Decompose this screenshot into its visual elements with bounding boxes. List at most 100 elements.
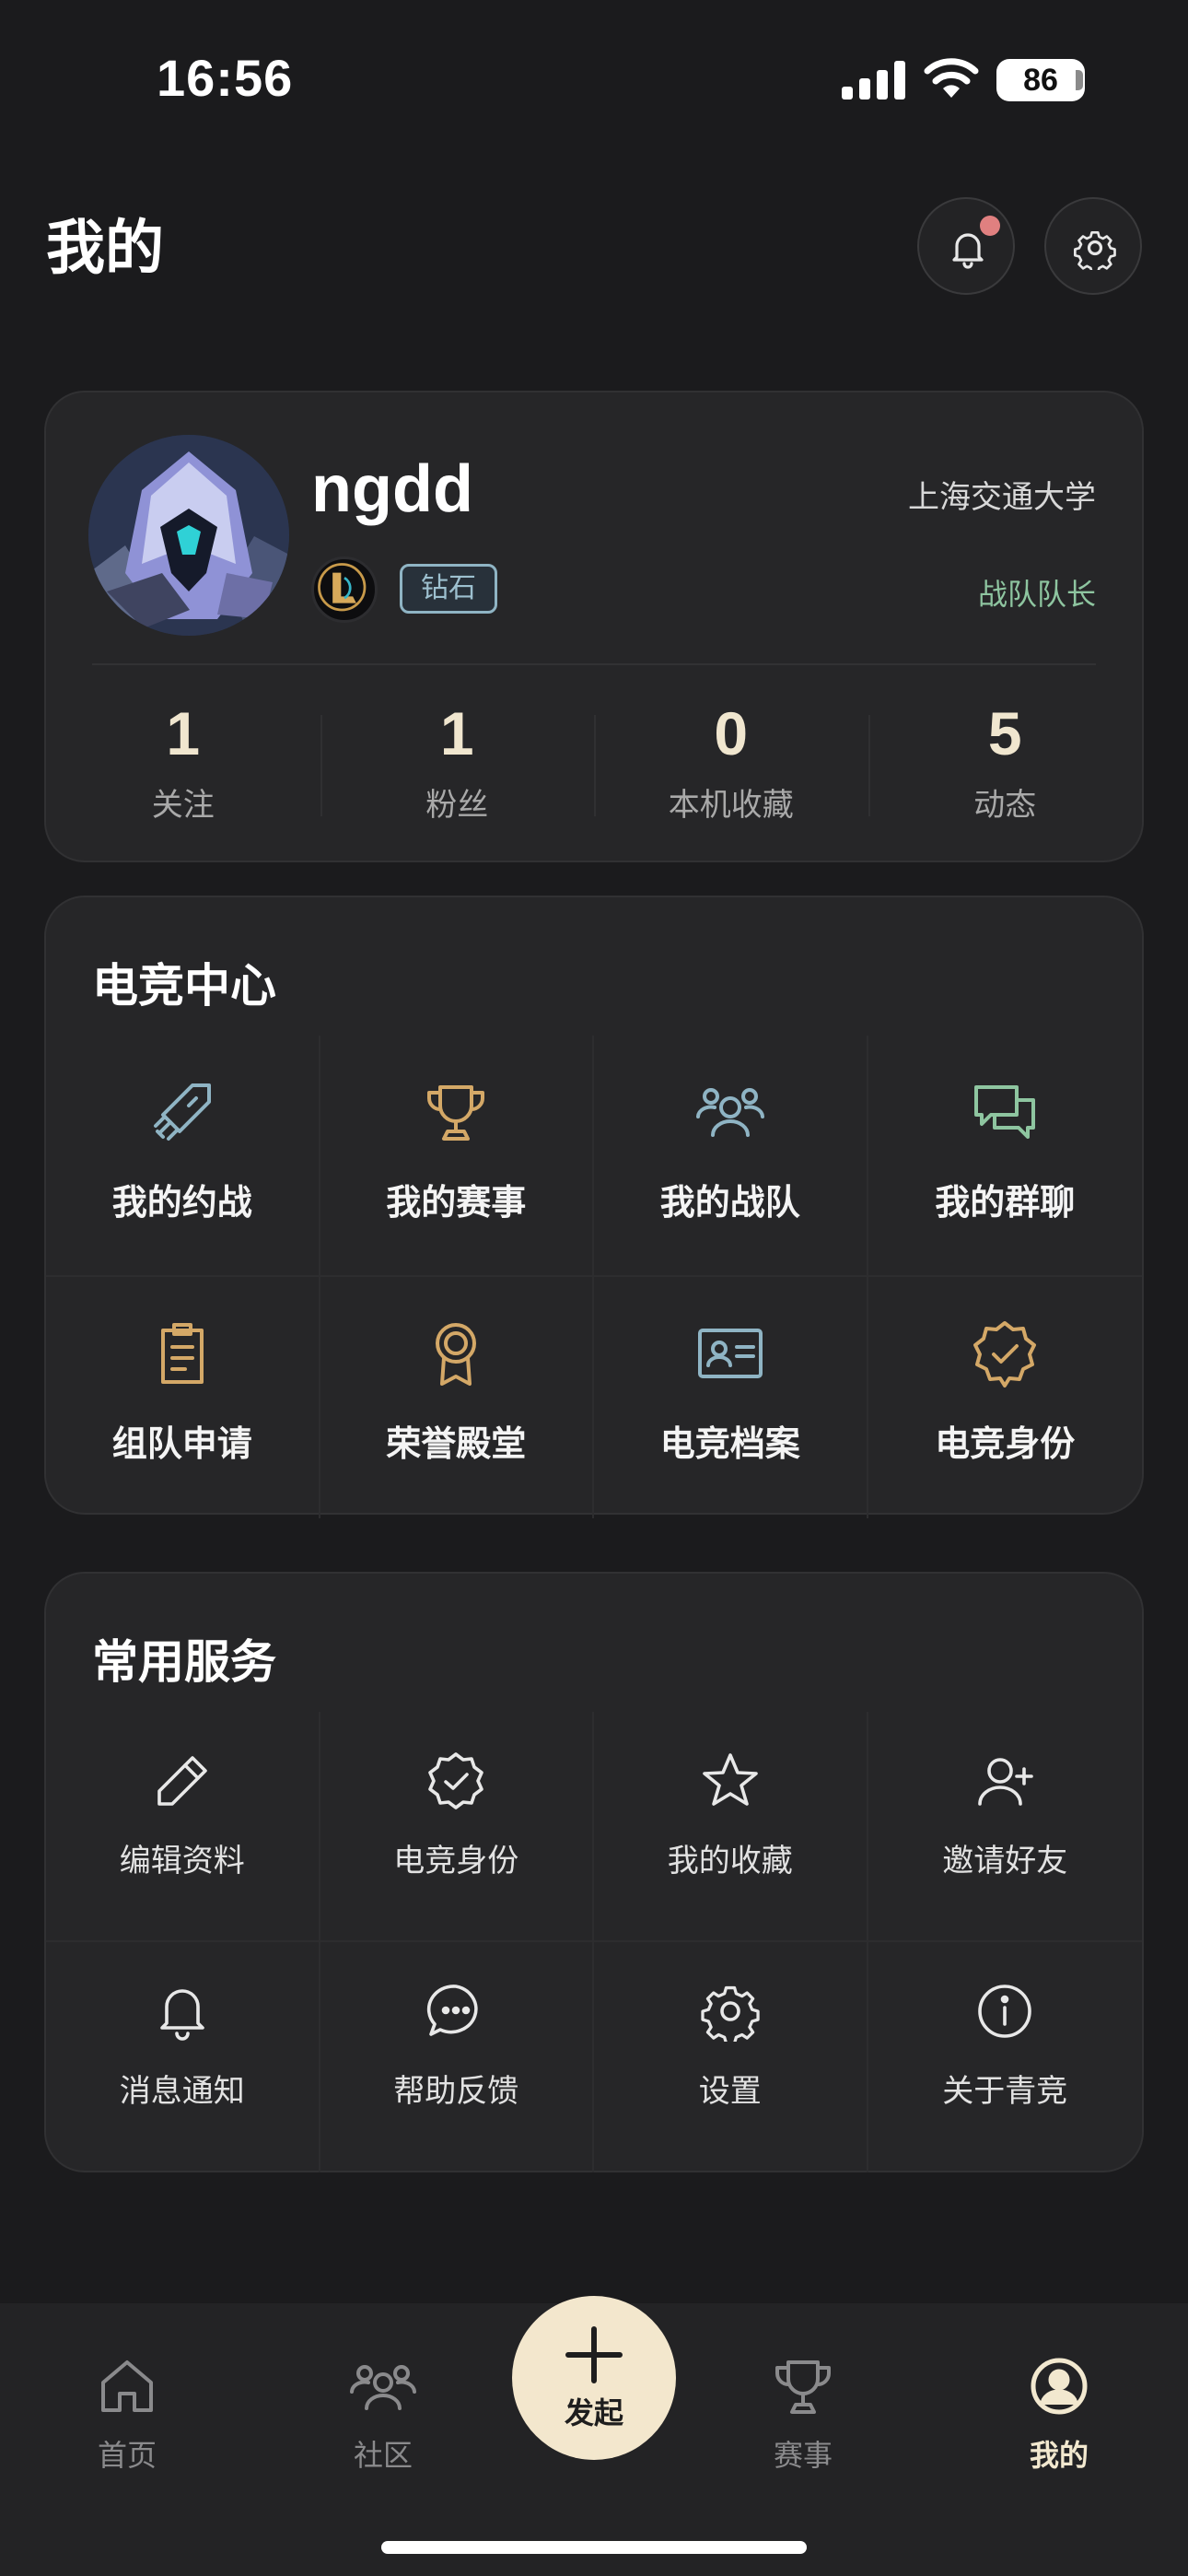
tab-label: 首页 [97,2438,157,2473]
section-title: 电竞中心 [92,959,276,1013]
community-icon [350,2365,416,2410]
wifi-icon [924,58,979,98]
cell-label: 电竞档案 [659,1423,800,1464]
stat-value: 1 [439,699,474,767]
notification-dot [980,216,1000,236]
esports-item-identity[interactable]: 电竞身份 [868,1277,1143,1518]
bell-icon [159,1989,204,2041]
section-title: 常用服务 [92,1635,276,1689]
esports-item-team[interactable]: 我的战队 [594,1036,868,1277]
stat-posts[interactable]: 5 动态 [868,697,1143,825]
sword-icon [153,1083,211,1141]
id-card-icon [697,1329,763,1378]
cell-label: 关于青竞 [942,2073,1068,2110]
cell-label: 荣誉殿堂 [386,1423,527,1464]
signal-icon [842,61,905,100]
star-icon [702,1753,758,1806]
plus-icon [565,2326,623,2383]
cell-label: 邀请好友 [942,1843,1068,1879]
trophy-icon [775,2360,831,2414]
cell-label: 我的约战 [111,1182,252,1223]
notification-button[interactable] [917,197,1015,295]
esports-grid: 我的约战 我的赛事 我的战队 我的群聊 组队申请 荣誉殿堂 电竞档案 电竞身份 [46,1036,1142,1518]
chat-bubble-icon [427,1985,478,2036]
create-button-label: 发起 [564,2395,623,2430]
battery-tip [1076,70,1083,90]
stat-label: 关注 [151,787,215,824]
common-services-card: 常用服务 编辑资料 电竞身份 我的收藏 邀请好友 消息通知 帮助反馈 设置 关于… [44,1572,1144,2172]
gear-icon [701,1985,760,2042]
stat-value: 5 [987,699,1022,767]
divider [92,663,1096,665]
status-time: 16:56 [157,49,294,107]
stat-local-favorites[interactable]: 0 本机收藏 [594,697,868,825]
service-item-help-feedback[interactable]: 帮助反馈 [320,1942,594,2172]
stat-label: 动态 [973,787,1037,824]
battery-indicator: 86 [996,59,1085,101]
team-role: 战队队长 [977,577,1096,612]
cell-label: 编辑资料 [119,1843,245,1879]
settings-button[interactable] [1044,197,1142,295]
service-item-invite-friends[interactable]: 邀请好友 [868,1712,1142,1942]
esports-item-battles[interactable]: 我的约战 [46,1036,320,1277]
medal-icon [436,1323,477,1386]
cell-label: 我的赛事 [386,1182,527,1223]
tab-label: 赛事 [773,2438,833,2473]
status-bar: 16:56 86 [0,0,1188,138]
cell-label: 电竞身份 [935,1423,1076,1464]
esports-item-profile-file[interactable]: 电竞档案 [594,1277,868,1518]
gear-icon [1074,230,1116,270]
tab-events[interactable]: 赛事 [720,2353,886,2475]
stat-value: 1 [166,699,201,767]
tab-label: 社区 [353,2438,413,2473]
avatar-image [88,435,289,636]
stat-value: 0 [714,699,749,767]
rank-badge: 钻石 [400,564,497,614]
service-item-favorites[interactable]: 我的收藏 [594,1712,868,1942]
esports-item-group-chat[interactable]: 我的群聊 [868,1036,1142,1277]
info-icon [978,1985,1032,2038]
esports-center-card: 电竞中心 我的约战 我的赛事 我的战队 我的群聊 组队申请 荣誉殿堂 电竞档案 … [44,896,1144,1518]
service-item-settings[interactable]: 设置 [594,1942,868,2172]
cell-label: 电竞身份 [393,1843,519,1879]
cell-label: 设置 [698,2073,762,2110]
stat-followers[interactable]: 1 粉丝 [320,697,595,825]
school-name: 上海交通大学 [908,479,1096,516]
services-grid: 编辑资料 电竞身份 我的收藏 邀请好友 消息通知 帮助反馈 设置 关于青竞 [46,1712,1142,2172]
service-item-identity[interactable]: 电竞身份 [320,1712,594,1942]
esports-item-matches[interactable]: 我的赛事 [320,1036,594,1277]
stats-row: 1 关注 1 粉丝 0 本机收藏 5 动态 [46,697,1142,825]
stat-label: 粉丝 [425,787,489,824]
service-item-about[interactable]: 关于青竞 [868,1942,1143,2172]
tab-home[interactable]: 首页 [44,2353,210,2475]
cell-label: 我的收藏 [667,1843,793,1879]
chat-icon [974,1085,1036,1139]
cell-label: 我的群聊 [935,1182,1076,1223]
verified-badge-icon [973,1321,1037,1388]
esports-item-hall-of-fame[interactable]: 荣誉殿堂 [320,1277,594,1518]
cell-label: 我的战队 [659,1182,800,1223]
cell-label: 消息通知 [119,2073,245,2110]
add-user-icon [978,1758,1034,1806]
cell-label: 组队申请 [111,1423,252,1464]
stat-following[interactable]: 1 关注 [46,697,320,825]
tab-community[interactable]: 社区 [300,2353,466,2475]
avatar[interactable] [88,435,289,636]
service-item-notifications[interactable]: 消息通知 [46,1942,320,2172]
cell-label: 帮助反馈 [393,2073,519,2110]
team-icon [695,1088,764,1137]
tab-mine[interactable]: 我的 [976,2353,1142,2475]
game-logo-icon [311,556,378,623]
username: ngdd [311,452,473,526]
home-indicator [381,2541,807,2554]
page-title: 我的 [46,215,164,283]
esports-item-team-application[interactable]: 组队申请 [46,1277,320,1518]
create-button[interactable]: 发起 [512,2296,676,2460]
pencil-icon [157,1756,207,1806]
verified-badge-icon [428,1752,484,1809]
clipboard-icon [160,1323,204,1384]
tab-label: 我的 [1029,2438,1089,2473]
service-item-edit-profile[interactable]: 编辑资料 [46,1712,320,1942]
home-icon [101,2360,153,2412]
trophy-icon [427,1085,485,1141]
